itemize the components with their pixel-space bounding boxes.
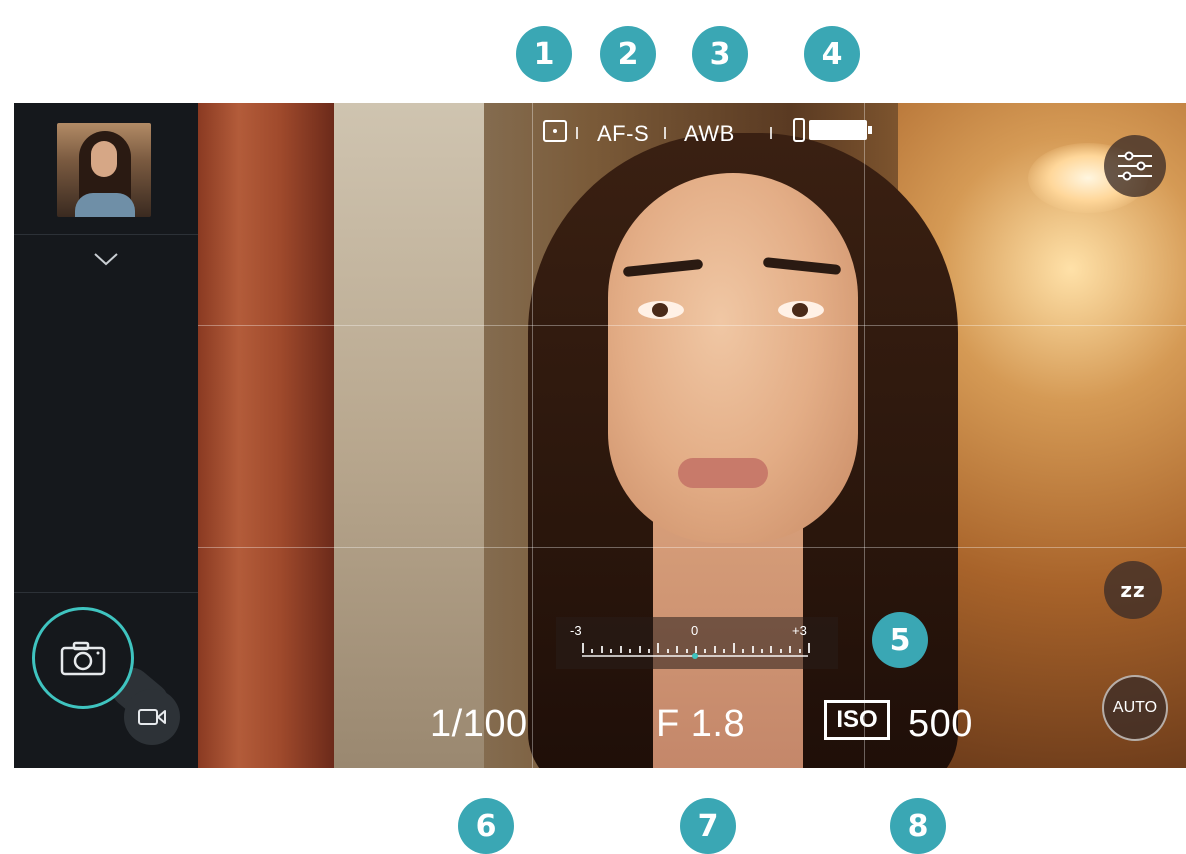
- exposure-compensation-scale[interactable]: -3 0 +3: [556, 617, 838, 669]
- ev-tick: [808, 643, 810, 653]
- ev-tick: [591, 649, 594, 653]
- ev-tick: [779, 649, 782, 653]
- ev-tick: [685, 649, 688, 653]
- camera-viewfinder[interactable]: AF-S AWB zz AUTO -3 0 +3 1/100 F 1.8 ISO…: [198, 103, 1186, 768]
- background-wall: [334, 103, 484, 768]
- ev-tick: [770, 646, 773, 653]
- ev-tick: [647, 649, 650, 653]
- phone-icon: [793, 118, 805, 142]
- auto-mode-button[interactable]: AUTO: [1102, 675, 1168, 741]
- ev-mid-label: 0: [691, 623, 699, 638]
- ev-tick: [676, 646, 679, 653]
- ev-tick: [657, 643, 660, 653]
- sidebar-divider: [14, 234, 198, 235]
- callout-marker-6: 6: [458, 798, 514, 854]
- iso-label: ISO: [824, 700, 890, 740]
- ev-min-label: -3: [570, 623, 582, 638]
- battery-icon: [809, 120, 872, 140]
- focus-mode-label[interactable]: AF-S: [597, 121, 649, 147]
- settings-button[interactable]: [1104, 135, 1166, 197]
- spot-metering-icon[interactable]: [543, 120, 567, 142]
- sidebar-divider: [14, 592, 198, 593]
- status-separator: [576, 127, 578, 139]
- camera-icon: [60, 641, 106, 676]
- callout-marker-5: 5: [872, 612, 928, 668]
- ev-tick: [666, 649, 669, 653]
- sleep-icon-label: zz: [1120, 578, 1146, 602]
- callout-marker-4: 4: [804, 26, 860, 82]
- ev-tick: [629, 649, 632, 653]
- ev-tick: [610, 649, 613, 653]
- callout-marker-8: 8: [890, 798, 946, 854]
- ev-tick: [582, 643, 584, 653]
- subject-left-eye: [638, 301, 684, 319]
- grid-line: [198, 547, 1186, 548]
- ev-tick: [742, 649, 745, 653]
- subject-right-eye: [778, 301, 824, 319]
- aperture-value[interactable]: F 1.8: [656, 703, 745, 746]
- ev-max-label: +3: [792, 623, 807, 638]
- sleep-mode-button[interactable]: zz: [1104, 561, 1162, 619]
- shutter-button[interactable]: [32, 607, 134, 709]
- ev-tick: [789, 646, 792, 653]
- callout-marker-7: 7: [680, 798, 736, 854]
- background-pillar: [198, 103, 334, 768]
- ev-tick: [619, 646, 622, 653]
- ev-tick: [760, 649, 763, 653]
- status-separator: [664, 127, 666, 139]
- callout-marker-2: 2: [600, 26, 656, 82]
- sidebar: [14, 103, 198, 768]
- camera-app-screen: AF-S AWB zz AUTO -3 0 +3 1/100 F 1.8 ISO…: [14, 103, 1186, 768]
- ev-tick: [695, 646, 697, 653]
- subject-lips: [678, 458, 768, 488]
- sliders-icon: [1118, 151, 1152, 181]
- thumbnail-top: [75, 193, 135, 217]
- iso-value[interactable]: 500: [908, 703, 973, 746]
- ev-tick: [704, 649, 707, 653]
- status-separator: [770, 127, 772, 139]
- last-photo-thumbnail[interactable]: [57, 123, 151, 217]
- grid-line: [532, 103, 533, 768]
- ev-tick: [798, 649, 801, 653]
- ev-tick: [600, 646, 603, 653]
- video-mode-button[interactable]: [124, 689, 180, 745]
- grid-line: [864, 103, 865, 768]
- video-camera-icon: [138, 709, 166, 725]
- grid-line: [198, 325, 1186, 326]
- callout-marker-3: 3: [692, 26, 748, 82]
- ev-tick: [751, 646, 754, 653]
- chevron-down-icon[interactable]: [92, 249, 120, 269]
- ev-tick: [732, 643, 735, 653]
- ev-tick: [638, 646, 641, 653]
- thumbnail-face: [91, 141, 117, 177]
- ev-indicator: [692, 653, 698, 659]
- ev-tick: [713, 646, 716, 653]
- white-balance-label[interactable]: AWB: [684, 121, 735, 147]
- callout-marker-1: 1: [516, 26, 572, 82]
- ev-tick: [723, 649, 726, 653]
- shutter-speed-value[interactable]: 1/100: [430, 703, 528, 746]
